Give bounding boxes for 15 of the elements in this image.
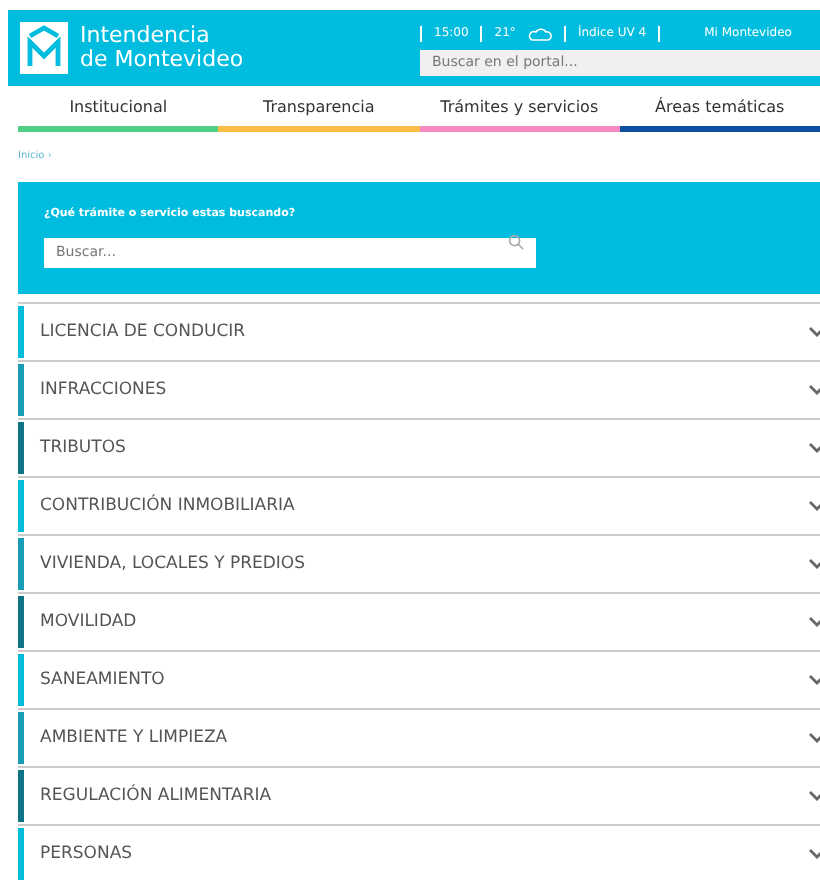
nav-tab[interactable]: Institucional: [18, 86, 219, 132]
nav-tab[interactable]: Transparencia: [218, 86, 419, 132]
category-item[interactable]: CONTRIBUCIÓN INMOBILIARIA: [18, 478, 820, 536]
category-item[interactable]: TRIBUTOS: [18, 420, 820, 478]
category-item[interactable]: PERSONAS: [18, 826, 820, 882]
category-item[interactable]: VIVIENDA, LOCALES Y PREDIOS: [18, 536, 820, 594]
category-item[interactable]: SANEAMIENTO: [18, 652, 820, 710]
nav-tab[interactable]: Áreas temáticas: [619, 86, 820, 132]
cloud-icon: [527, 25, 552, 41]
category-item[interactable]: MOVILIDAD: [18, 594, 820, 652]
category-item[interactable]: AMBIENTE Y LIMPIEZA: [18, 710, 820, 768]
category-item[interactable]: REGULACIÓN ALIMENTARIA: [18, 768, 820, 826]
nav-tab[interactable]: Trámites y servicios: [419, 86, 620, 132]
category-item[interactable]: LICENCIA DE CONDUCIR: [18, 304, 820, 362]
category-item[interactable]: INFRACCIONES: [18, 362, 820, 420]
